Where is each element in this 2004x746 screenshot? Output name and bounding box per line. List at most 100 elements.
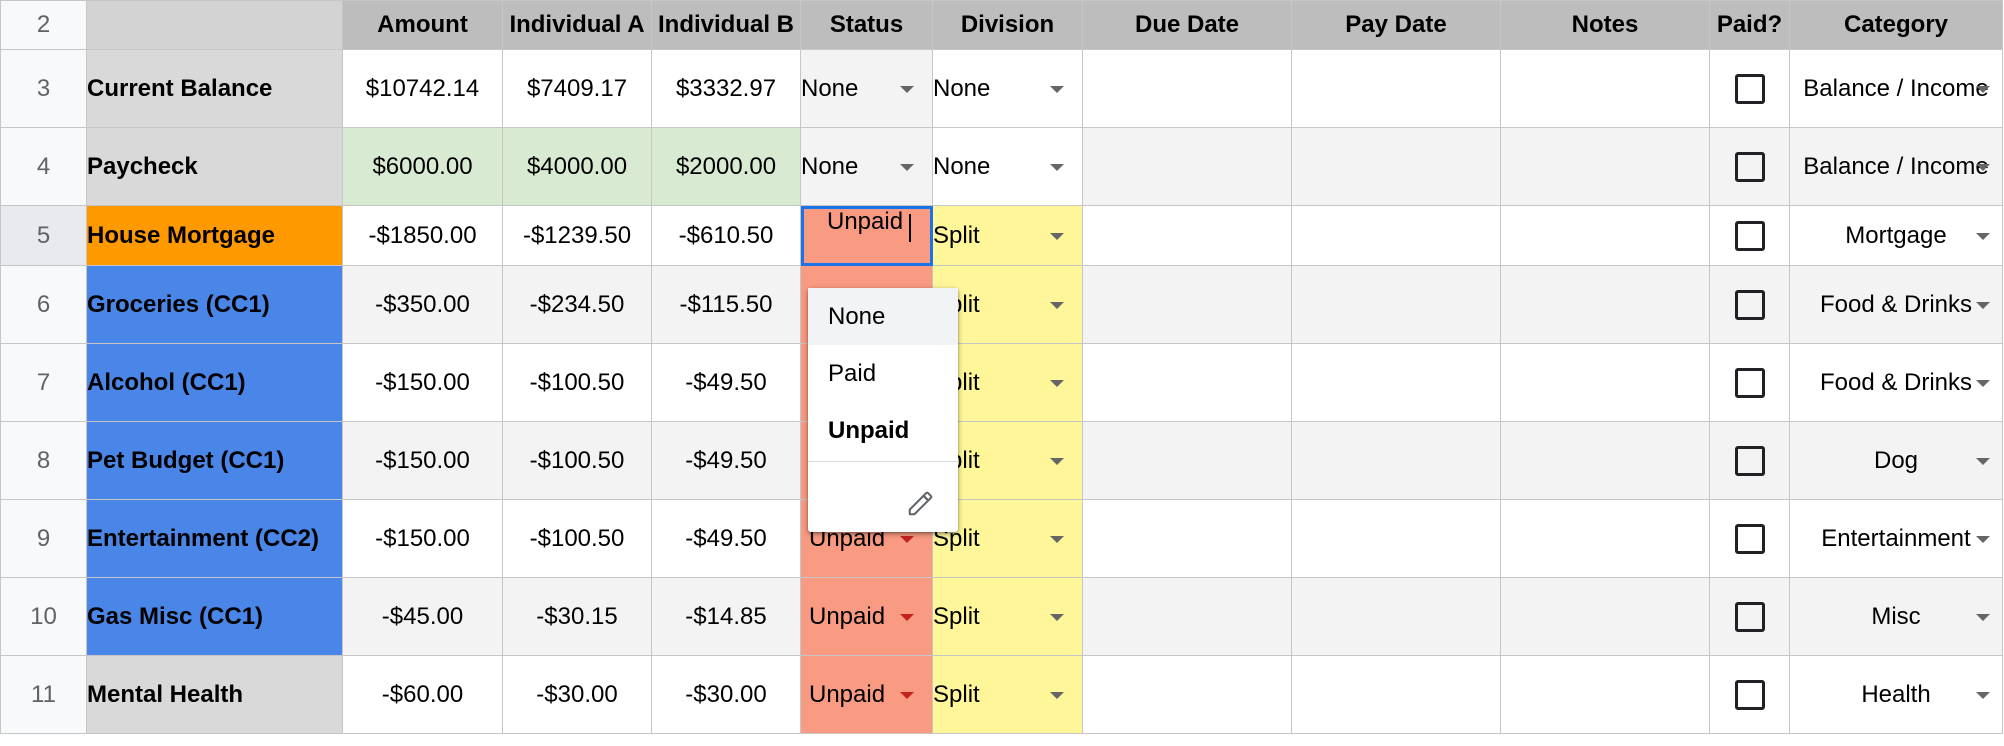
status-dropdown[interactable]: Unpaid <box>800 577 933 656</box>
dropdown-option-paid[interactable]: Paid <box>808 345 958 402</box>
status-dropdown[interactable]: None <box>800 49 933 128</box>
header-division[interactable]: Division <box>932 0 1083 50</box>
row-name[interactable]: House Mortgage <box>86 205 343 266</box>
chevron-down-icon[interactable] <box>1976 613 1990 621</box>
paid-checkbox-cell[interactable] <box>1709 343 1790 422</box>
notes-cell[interactable] <box>1500 127 1710 206</box>
division-dropdown[interactable]: None <box>932 49 1083 128</box>
paid-checkbox[interactable] <box>1734 601 1765 632</box>
category-dropdown[interactable]: Food & Drinks <box>1789 343 2003 422</box>
paid-checkbox-cell[interactable] <box>1709 421 1790 500</box>
individual-b-cell[interactable]: $2000.00 <box>651 127 801 206</box>
individual-b-cell[interactable]: -$30.00 <box>651 655 801 734</box>
chevron-down-icon[interactable] <box>1050 691 1064 699</box>
pay-date-cell[interactable] <box>1291 499 1501 578</box>
chevron-down-icon[interactable] <box>900 535 914 543</box>
amount-cell[interactable]: -$1850.00 <box>342 205 503 266</box>
notes-cell[interactable] <box>1500 205 1710 266</box>
header-paid[interactable]: Paid? <box>1709 0 1790 50</box>
paid-checkbox-cell[interactable] <box>1709 49 1790 128</box>
division-dropdown[interactable]: Split <box>932 655 1083 734</box>
row-header-11[interactable]: 11 <box>0 655 87 734</box>
pay-date-cell[interactable] <box>1291 343 1501 422</box>
row-name[interactable]: Alcohol (CC1) <box>86 343 343 422</box>
individual-a-cell[interactable]: -$100.50 <box>502 421 652 500</box>
amount-cell[interactable]: -$150.00 <box>342 499 503 578</box>
individual-a-cell[interactable]: -$1239.50 <box>502 205 652 266</box>
individual-a-cell[interactable]: -$234.50 <box>502 265 652 344</box>
row-name[interactable]: Groceries (CC1) <box>86 265 343 344</box>
paid-checkbox[interactable] <box>1734 445 1765 476</box>
notes-cell[interactable] <box>1500 655 1710 734</box>
division-dropdown[interactable]: Split <box>932 205 1083 266</box>
header-individual-b[interactable]: Individual B <box>651 0 801 50</box>
category-dropdown[interactable]: Mortgage <box>1789 205 2003 266</box>
amount-cell[interactable]: $10742.14 <box>342 49 503 128</box>
paid-checkbox-cell[interactable] <box>1709 499 1790 578</box>
individual-a-cell[interactable]: -$30.00 <box>502 655 652 734</box>
paid-checkbox[interactable] <box>1734 73 1765 104</box>
individual-b-cell[interactable]: -$49.50 <box>651 421 801 500</box>
header-due-date[interactable]: Due Date <box>1082 0 1292 50</box>
header-status[interactable]: Status <box>800 0 933 50</box>
pay-date-cell[interactable] <box>1291 127 1501 206</box>
chevron-down-icon[interactable] <box>1976 379 1990 387</box>
chevron-down-icon[interactable] <box>1050 379 1064 387</box>
chevron-down-icon[interactable] <box>1050 535 1064 543</box>
header-name[interactable] <box>86 0 343 50</box>
division-dropdown[interactable]: Split <box>932 577 1083 656</box>
amount-cell[interactable]: -$350.00 <box>342 265 503 344</box>
paid-checkbox[interactable] <box>1734 220 1765 251</box>
individual-b-cell[interactable]: -$49.50 <box>651 499 801 578</box>
chevron-down-icon[interactable] <box>1976 85 1990 93</box>
status-cell-editing[interactable]: Unpaid <box>800 205 933 266</box>
chevron-down-icon[interactable] <box>1050 85 1064 93</box>
due-date-cell[interactable] <box>1082 49 1292 128</box>
row-name[interactable]: Pet Budget (CC1) <box>86 421 343 500</box>
chevron-down-icon[interactable] <box>900 85 914 93</box>
header-amount[interactable]: Amount <box>342 0 503 50</box>
category-dropdown[interactable]: Misc <box>1789 577 2003 656</box>
row-header-6[interactable]: 6 <box>0 265 87 344</box>
due-date-cell[interactable] <box>1082 343 1292 422</box>
chevron-down-icon[interactable] <box>1050 613 1064 621</box>
paid-checkbox-cell[interactable] <box>1709 205 1790 266</box>
paid-checkbox[interactable] <box>1734 289 1765 320</box>
row-header-10[interactable]: 10 <box>0 577 87 656</box>
chevron-down-icon[interactable] <box>1976 457 1990 465</box>
due-date-cell[interactable] <box>1082 499 1292 578</box>
pay-date-cell[interactable] <box>1291 49 1501 128</box>
chevron-down-icon[interactable] <box>1050 232 1064 240</box>
due-date-cell[interactable] <box>1082 655 1292 734</box>
chevron-down-icon[interactable] <box>900 163 914 171</box>
paid-checkbox[interactable] <box>1734 679 1765 710</box>
chevron-down-icon[interactable] <box>1050 301 1064 309</box>
individual-b-cell[interactable]: -$14.85 <box>651 577 801 656</box>
chevron-down-icon[interactable] <box>900 691 914 699</box>
status-dropdown[interactable]: Unpaid <box>800 655 933 734</box>
pay-date-cell[interactable] <box>1291 577 1501 656</box>
category-dropdown[interactable]: Dog <box>1789 421 2003 500</box>
notes-cell[interactable] <box>1500 421 1710 500</box>
due-date-cell[interactable] <box>1082 205 1292 266</box>
individual-b-cell[interactable]: -$49.50 <box>651 343 801 422</box>
due-date-cell[interactable] <box>1082 127 1292 206</box>
pencil-icon[interactable] <box>906 488 936 518</box>
chevron-down-icon[interactable] <box>1976 535 1990 543</box>
row-header-4[interactable]: 4 <box>0 127 87 206</box>
category-dropdown[interactable]: Balance / Income <box>1789 127 2003 206</box>
chevron-down-icon[interactable] <box>1050 163 1064 171</box>
row-header-9[interactable]: 9 <box>0 499 87 578</box>
pay-date-cell[interactable] <box>1291 205 1501 266</box>
pay-date-cell[interactable] <box>1291 421 1501 500</box>
category-dropdown[interactable]: Entertainment <box>1789 499 2003 578</box>
paid-checkbox[interactable] <box>1734 151 1765 182</box>
row-name[interactable]: Entertainment (CC2) <box>86 499 343 578</box>
notes-cell[interactable] <box>1500 265 1710 344</box>
pay-date-cell[interactable] <box>1291 655 1501 734</box>
paid-checkbox-cell[interactable] <box>1709 265 1790 344</box>
paid-checkbox-cell[interactable] <box>1709 577 1790 656</box>
status-dropdown[interactable]: None <box>800 127 933 206</box>
dropdown-option-unpaid[interactable]: Unpaid <box>808 402 958 459</box>
division-dropdown[interactable]: None <box>932 127 1083 206</box>
